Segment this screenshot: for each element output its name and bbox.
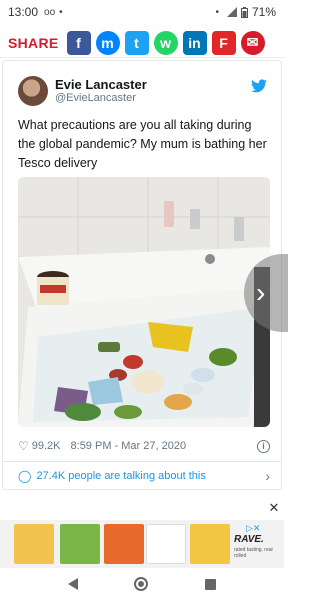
email-share-button[interactable]: ✉ [240, 30, 265, 55]
messenger-share-button[interactable]: m [95, 30, 120, 55]
twitter-icon: t [134, 34, 139, 51]
battery-percent: 71% [251, 5, 276, 19]
heart-icon[interactable]: ♡ [18, 439, 29, 453]
chevron-right-icon: › [265, 468, 270, 484]
ad-product-image [190, 524, 230, 564]
flipboard-share-button[interactable]: F [211, 30, 236, 55]
tweet-photo[interactable] [18, 177, 270, 427]
battery-icon [240, 6, 248, 18]
ad-product-image [104, 524, 144, 564]
twitter-icon[interactable] [251, 79, 267, 93]
ad-banner[interactable]: RAVE. rated tasting. real rolled [0, 520, 284, 568]
linkedin-share-button[interactable]: in [182, 30, 207, 55]
whatsapp-share-button[interactable]: w [153, 30, 178, 55]
email-icon: ✉ [246, 34, 259, 50]
conversation-link[interactable]: ◯ 27.4K people are talking about this › [18, 466, 270, 486]
ad-choices-icon[interactable]: ▷✕ [246, 523, 260, 534]
share-bar: SHARE f m t w in F ✉ [0, 28, 284, 58]
like-count[interactable]: 99.2K [32, 440, 61, 452]
ad-product-image [14, 524, 54, 564]
ad-product-image [146, 524, 186, 564]
status-bar: 13:00 oo • • 71% [0, 0, 284, 24]
tweet-card[interactable]: Evie Lancaster @EvieLancaster What preca… [2, 60, 282, 490]
tweet-meta: ♡ 99.2K 8:59 PM - Mar 27, 2020 i [18, 437, 270, 455]
status-time: 13:00 [8, 5, 39, 19]
flipboard-icon: F [219, 34, 228, 51]
ad-brand: RAVE. [234, 534, 264, 545]
ad-tagline: rated tasting. real rolled [234, 547, 273, 559]
ad-product-image [60, 524, 100, 564]
tweet-timestamp[interactable]: 8:59 PM - Mar 27, 2020 [71, 440, 187, 452]
signal-dot-icon: • [215, 6, 219, 18]
facebook-icon: f [76, 34, 81, 51]
divider [3, 461, 281, 462]
voicemail-icon: oo [44, 6, 56, 18]
home-icon[interactable] [134, 577, 149, 591]
messenger-icon: m [101, 34, 114, 51]
back-icon[interactable] [68, 578, 79, 590]
author-name[interactable]: Evie Lancaster [55, 77, 147, 92]
share-label: SHARE [8, 34, 59, 51]
info-icon[interactable]: i [257, 439, 270, 453]
avatar[interactable] [18, 76, 48, 106]
linkedin-icon: in [188, 34, 201, 51]
author-handle[interactable]: @EvieLancaster [55, 92, 136, 104]
notification-dot-icon: • [59, 6, 63, 18]
recent-apps-icon[interactable] [204, 578, 216, 590]
android-navbar [0, 568, 284, 600]
facebook-share-button[interactable]: f [66, 30, 91, 55]
conversation-text: 27.4K people are talking about this [36, 470, 206, 482]
tweet-text: What precautions are you all taking duri… [18, 118, 267, 170]
signal-icon [226, 7, 237, 17]
whatsapp-icon: w [160, 34, 171, 51]
comment-icon: ◯ [18, 469, 32, 483]
ad-close-button[interactable]: ✕ [266, 500, 282, 516]
chevron-right-icon: › [256, 277, 266, 308]
twitter-share-button[interactable]: t [124, 30, 149, 55]
